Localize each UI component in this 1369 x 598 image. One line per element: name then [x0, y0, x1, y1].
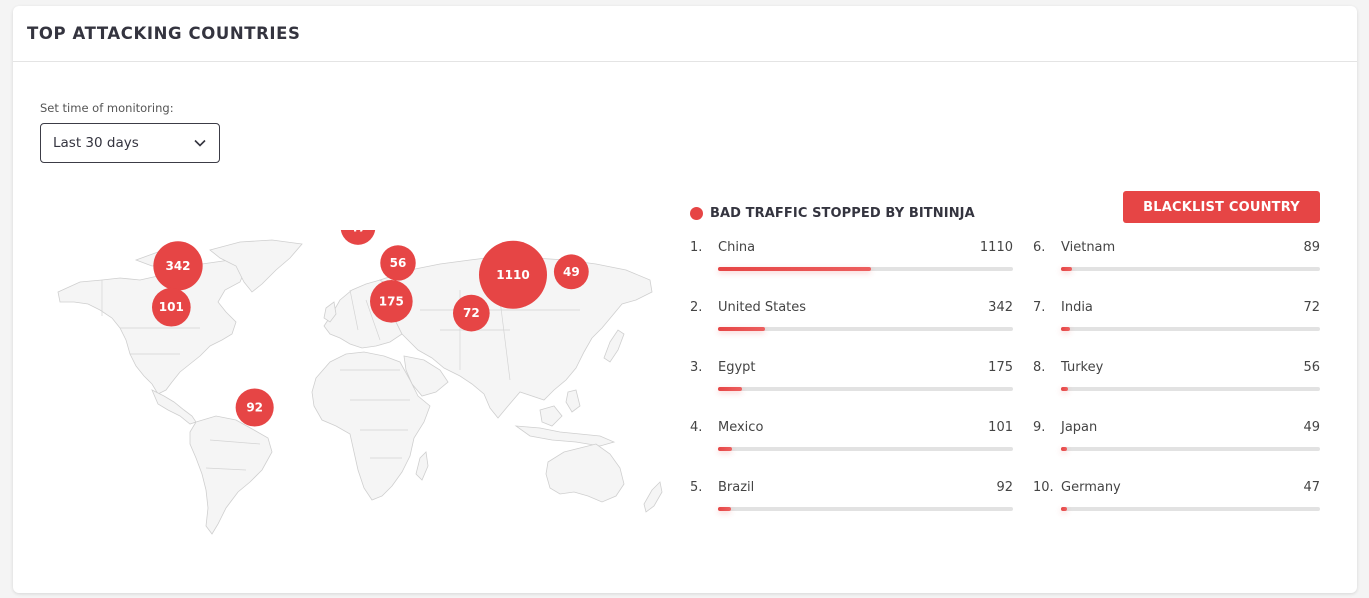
country-value: 175 [988, 360, 1013, 375]
country-bar-track [718, 327, 1013, 331]
country-rank: 7. [1033, 300, 1046, 315]
chevron-down-icon [194, 139, 206, 147]
country-bar-track [1061, 447, 1320, 451]
land-japan [603, 329, 625, 363]
country-bar-fill [1061, 507, 1067, 511]
country-bar-fill [718, 327, 766, 331]
country-row[interactable]: 6. Vietnam 89 [1033, 238, 1320, 298]
country-bar-track [1061, 507, 1320, 511]
country-bar-fill [1061, 447, 1067, 451]
country-name: Germany [1061, 480, 1121, 495]
country-rank: 5. [690, 480, 703, 495]
country-bar-track [718, 267, 1013, 271]
country-row[interactable]: 8. Turkey 56 [1033, 358, 1320, 418]
country-value: 89 [1303, 240, 1320, 255]
map-bubble-label: 101 [159, 300, 184, 314]
country-row[interactable]: 10. Germany 47 [1033, 478, 1320, 538]
country-bar-fill [1061, 327, 1070, 331]
legend-label: BAD TRAFFIC STOPPED BY BITNINJA [710, 206, 975, 221]
country-bar-track [718, 447, 1013, 451]
country-value: 47 [1303, 480, 1320, 495]
map-bubble-label: 92 [246, 401, 263, 415]
country-rank: 4. [690, 420, 703, 435]
country-bar-fill [1061, 267, 1072, 271]
country-bar-track [718, 387, 1013, 391]
country-name: Japan [1061, 420, 1098, 435]
country-value: 342 [988, 300, 1013, 315]
country-name: China [718, 240, 756, 255]
country-rank: 6. [1033, 240, 1046, 255]
map-bubble-label: 72 [463, 306, 480, 320]
country-bar-fill [718, 447, 732, 451]
land-south-america [189, 415, 273, 535]
country-bar-fill [1061, 387, 1068, 391]
country-name: Vietnam [1061, 240, 1116, 255]
country-value: 56 [1303, 360, 1320, 375]
card-title: TOP ATTACKING COUNTRIES [27, 24, 301, 43]
country-name: Mexico [718, 420, 764, 435]
map-bubble-label: 56 [390, 256, 407, 270]
country-bar-track [718, 507, 1013, 511]
country-bar-track [1061, 327, 1320, 331]
country-bar-track [1061, 267, 1320, 271]
map-bubble-label: 49 [563, 265, 580, 279]
country-rank: 9. [1033, 420, 1046, 435]
country-row[interactable]: 4. Mexico 101 [690, 418, 1013, 478]
country-rank: 2. [690, 300, 703, 315]
country-row[interactable]: 7. India 72 [1033, 298, 1320, 358]
country-name: Turkey [1061, 360, 1104, 375]
land-central-america [151, 389, 197, 425]
land-madagascar [415, 451, 429, 481]
country-row[interactable]: 5. Brazil 92 [690, 478, 1013, 538]
world-map: 342 101 92 47 56 175 72 1110 49 [40, 210, 680, 540]
time-range-value: Last 30 days [53, 135, 139, 151]
country-bar-fill [718, 507, 731, 511]
legend: BAD TRAFFIC STOPPED BY BITNINJA [690, 206, 975, 221]
country-name: India [1061, 300, 1093, 315]
country-rank: 1. [690, 240, 703, 255]
map-bubble-label: 47 [350, 230, 367, 235]
world-map-svg: 342 101 92 47 56 175 72 1110 49 [57, 210, 663, 535]
country-row[interactable]: 3. Egypt 175 [690, 358, 1013, 418]
country-value: 72 [1303, 300, 1320, 315]
country-rank: 8. [1033, 360, 1046, 375]
country-list-left: 1. China 1110 2. United States 342 3. Egypt 175 4… [690, 238, 1013, 538]
country-rank: 3. [690, 360, 703, 375]
country-row[interactable]: 1. China 1110 [690, 238, 1013, 298]
time-range-select[interactable]: Last 30 days [40, 123, 220, 163]
land-indonesia [514, 425, 616, 447]
map-bubble-label: 175 [379, 294, 404, 308]
land-north-america [57, 259, 246, 395]
country-rank: 10. [1033, 480, 1054, 495]
country-name: Egypt [718, 360, 756, 375]
country-value: 49 [1303, 420, 1320, 435]
country-bar-fill [718, 267, 872, 271]
country-value: 1110 [979, 240, 1013, 255]
land-philippines [565, 389, 581, 413]
card-header: TOP ATTACKING COUNTRIES [13, 6, 1357, 62]
country-value: 92 [996, 480, 1013, 495]
country-list-right: 6. Vietnam 89 7. India 72 8. Turkey 56 9. Japan 49 1… [1033, 238, 1320, 538]
country-name: United States [718, 300, 807, 315]
map-bubble-label: 342 [165, 259, 190, 273]
land-borneo [539, 405, 563, 427]
land-australia [545, 443, 625, 503]
land-new-zealand [643, 481, 663, 513]
country-bar-fill [718, 387, 743, 391]
legend-dot [690, 207, 703, 220]
country-name: Brazil [718, 480, 755, 495]
map-bubble-label: 1110 [496, 268, 529, 282]
country-row[interactable]: 9. Japan 49 [1033, 418, 1320, 478]
country-bar-track [1061, 387, 1320, 391]
monitoring-label: Set time of monitoring: [40, 101, 174, 115]
country-value: 101 [988, 420, 1013, 435]
blacklist-country-button[interactable]: BLACKLIST COUNTRY [1123, 191, 1320, 223]
country-row[interactable]: 2. United States 342 [690, 298, 1013, 358]
